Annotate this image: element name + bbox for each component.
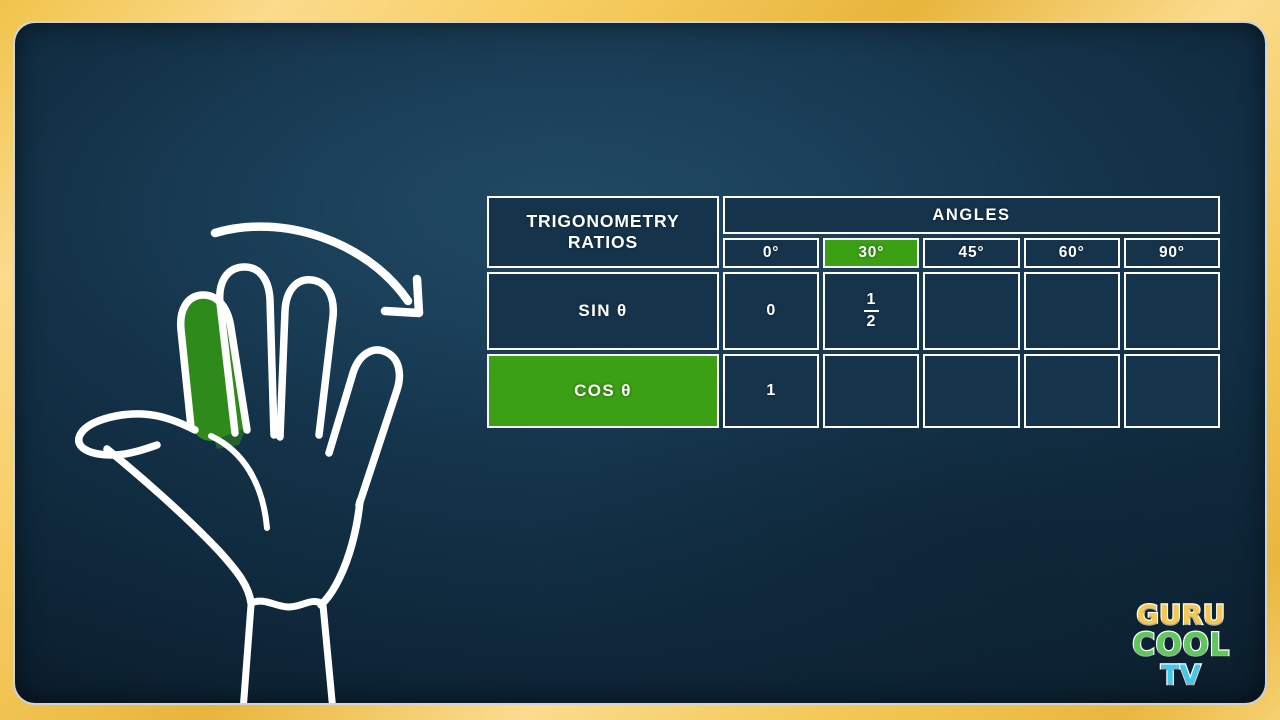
corner-label-trigonometry-ratios: TRIGONOMETRY RATIOS — [487, 196, 719, 268]
palm-right-edge — [317, 497, 364, 609]
cell-sin-90deg[interactable] — [1123, 272, 1220, 350]
gurucool-tv-logo: GURU COOL TV — [1115, 600, 1247, 691]
cell-sin-0deg[interactable]: 0 — [723, 272, 820, 350]
angle-header-0[interactable]: 0° — [723, 238, 820, 268]
palm-crease-line — [208, 433, 270, 531]
fraction-one-half: 1 2 — [863, 292, 880, 330]
cell-sin-30deg[interactable]: 1 2 — [823, 272, 920, 350]
fraction-numerator: 1 — [863, 292, 880, 312]
table-header-row-group: TRIGONOMETRY RATIOS ANGLES — [487, 196, 1220, 268]
angle-header-2[interactable]: 45° — [923, 238, 1020, 268]
hand-illustration-svg — [74, 222, 424, 703]
wrist-sleeve-outline — [240, 601, 336, 703]
angle-header-3[interactable]: 60° — [1023, 238, 1120, 268]
open-hand-with-curved-arrow-illustration — [67, 183, 487, 703]
dark-board: TRIGONOMETRY RATIOS ANGLES 0° 30° 45° 60… — [13, 21, 1267, 705]
cell-cos-45deg[interactable] — [923, 354, 1020, 428]
cell-cos-0deg[interactable]: 1 — [723, 354, 820, 428]
angle-header-4[interactable]: 90° — [1123, 238, 1220, 268]
row-label-sin[interactable]: SIN θ — [487, 272, 719, 350]
ratios-table-element: TRIGONOMETRY RATIOS ANGLES 0° 30° 45° 60… — [483, 192, 1224, 432]
pinky-finger-outline — [325, 346, 404, 509]
row-label-cos[interactable]: COS θ — [487, 354, 719, 428]
logo-line-cool: COOL — [1131, 627, 1230, 663]
palm-left-edge — [103, 445, 255, 607]
logo-line-tv: TV — [1160, 660, 1202, 691]
group-header-angles: ANGLES — [723, 196, 1220, 234]
table-row-sin: SIN θ 0 1 2 — [487, 272, 1220, 350]
cell-cos-90deg[interactable] — [1123, 354, 1220, 428]
golden-frame: TRIGONOMETRY RATIOS ANGLES 0° 30° 45° 60… — [0, 0, 1280, 720]
trigonometry-ratios-table: TRIGONOMETRY RATIOS ANGLES 0° 30° 45° 60… — [483, 192, 1224, 428]
ring-finger-outline — [276, 276, 338, 441]
cell-sin-45deg[interactable] — [923, 272, 1020, 350]
thumb-outline — [74, 410, 199, 459]
cell-cos-60deg[interactable] — [1023, 354, 1120, 428]
wrist-cuff-top — [247, 597, 327, 611]
cell-cos-30deg[interactable] — [823, 354, 920, 428]
logo-line-guru: GURU — [1135, 600, 1226, 631]
fraction-denominator: 2 — [866, 313, 877, 330]
angle-header-1[interactable]: 30° — [823, 238, 920, 268]
cell-sin-60deg[interactable] — [1023, 272, 1120, 350]
table-row-cos: COS θ 1 — [487, 354, 1220, 428]
